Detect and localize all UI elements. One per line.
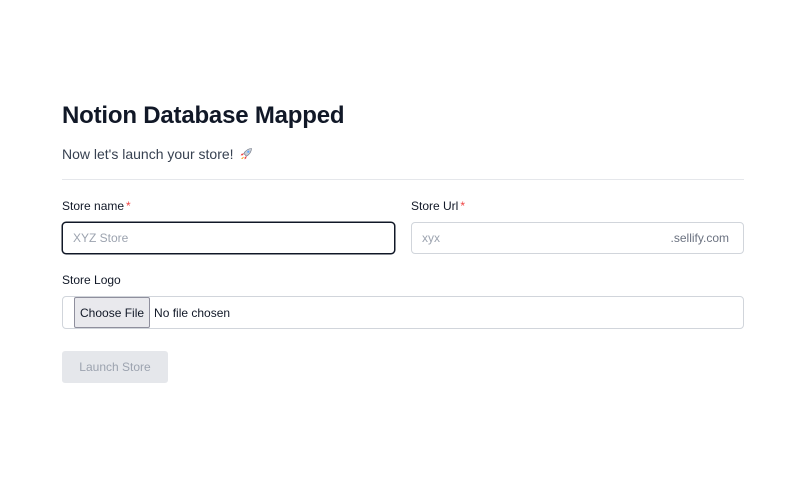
store-name-input[interactable] xyxy=(62,222,395,254)
section-divider xyxy=(62,179,744,180)
store-logo-label: Store Logo xyxy=(62,273,121,287)
page-subtitle: Now let's launch your store! xyxy=(62,144,744,164)
store-logo-file-input: Choose File No file chosen xyxy=(62,296,744,329)
store-url-suffix: .sellify.com xyxy=(670,231,729,245)
store-url-field: Store Url* .sellify.com xyxy=(411,198,744,254)
store-url-label-text: Store Url xyxy=(411,199,459,213)
store-url-label: Store Url * xyxy=(411,198,744,214)
store-name-field: Store name * xyxy=(62,198,395,254)
required-asterisk: * xyxy=(460,199,466,213)
store-url-input-group: .sellify.com xyxy=(411,222,744,254)
choose-file-button[interactable]: Choose File xyxy=(74,297,151,328)
page: Notion Database Mapped Now let's launch … xyxy=(0,0,800,500)
store-url-input[interactable] xyxy=(422,223,671,253)
store-name-label: Store name * xyxy=(62,198,395,214)
file-status-text: No file chosen xyxy=(154,305,231,320)
store-logo-field: Store Logo Choose File No file chosen xyxy=(62,272,744,329)
page-title: Notion Database Mapped xyxy=(62,102,345,129)
name-url-row: Store name* Store Url* .sellify.com xyxy=(62,198,744,254)
rocket-icon xyxy=(238,146,254,162)
subtitle-text: Now let's launch your store! xyxy=(62,146,234,162)
store-name-label-text: Store name xyxy=(62,199,125,213)
required-asterisk: * xyxy=(126,199,131,213)
store-setup-form: Notion Database Mapped Now let's launch … xyxy=(62,100,744,383)
launch-store-button[interactable]: Launch Store xyxy=(62,351,168,383)
